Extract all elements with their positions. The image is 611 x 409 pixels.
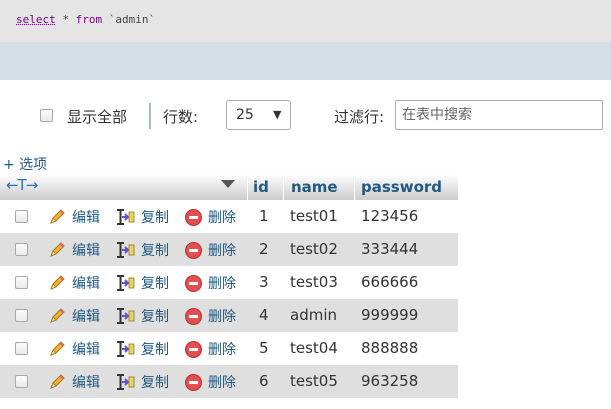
copy-link[interactable]: 复制 [141,339,169,359]
delete-link[interactable]: 删除 [208,372,236,392]
edit-link[interactable]: 编辑 [72,240,100,260]
delete-link[interactable]: 删除 [208,339,236,359]
cell-id: 3 [259,273,269,291]
delete-link[interactable]: 删除 [208,207,236,227]
table-controls: 显示全部 行数: 25 ▼ 过滤行: [0,100,611,132]
results-table: ←T→ id name password 编辑 复制 删除 1 test01 123456… [0,174,458,398]
edit-link[interactable]: 编辑 [72,273,100,293]
delete-link[interactable]: 删除 [208,240,236,260]
rows-label: 行数: [163,108,199,126]
cell-name: test03 [290,273,338,291]
row-select-checkbox[interactable] [15,210,28,223]
row-select-checkbox[interactable] [15,309,28,322]
edit-link[interactable]: 编辑 [72,339,100,359]
cell-password: 999999 [361,306,419,324]
delete-icon[interactable] [185,308,202,325]
copy-icon[interactable] [116,208,136,226]
delete-icon[interactable] [185,275,202,292]
show-all-label[interactable]: 显示全部 [67,106,127,127]
filter-label: 过滤行: [334,108,385,126]
edit-link[interactable]: 编辑 [72,306,100,326]
table-row: 编辑 复制 删除 6 test05 963258 [0,365,458,398]
pencil-icon[interactable] [48,274,66,292]
table-header: ←T→ id name password [0,174,458,200]
row-select-checkbox[interactable] [15,276,28,289]
column-header-id[interactable]: id [253,178,269,196]
copy-icon[interactable] [116,274,136,292]
cell-name: admin [290,306,337,324]
pencil-icon[interactable] [48,307,66,325]
column-divider [283,174,284,200]
copy-icon[interactable] [116,307,136,325]
cell-id: 2 [259,240,269,258]
controls-divider [149,103,151,129]
sql-query-text[interactable]: select * from `admin` [16,13,155,26]
edit-link[interactable]: 编辑 [72,207,100,227]
copy-link[interactable]: 复制 [141,240,169,260]
delete-link[interactable]: 删除 [208,306,236,326]
cell-id: 6 [259,372,269,390]
row-select-checkbox[interactable] [15,375,28,388]
copy-link[interactable]: 复制 [141,306,169,326]
options-link[interactable]: + 选项 [3,154,47,174]
sql-from-keyword: from [75,13,103,26]
table-row: 编辑 复制 删除 1 test01 123456 [0,200,458,233]
dropdown-arrow-icon: ▼ [273,108,282,121]
delete-icon[interactable] [185,242,202,259]
delete-icon[interactable] [185,341,202,358]
cell-password: 333444 [361,240,419,258]
column-header-name[interactable]: name [291,178,338,196]
show-all-checkbox[interactable] [40,109,53,122]
column-divider [247,174,248,200]
cell-password: 888888 [361,339,419,357]
copy-link[interactable]: 复制 [141,273,169,293]
sql-table-name: `admin` [108,13,156,26]
pencil-icon[interactable] [48,340,66,358]
cell-id: 5 [259,339,269,357]
sql-star: * [62,13,69,26]
cell-name: test02 [290,240,338,258]
column-header-password[interactable]: password [361,178,442,196]
copy-icon[interactable] [116,340,136,358]
rows-per-page-select[interactable]: 25 ▼ [226,100,291,130]
cell-password: 666666 [361,273,419,291]
row-select-checkbox[interactable] [15,243,28,256]
table-row: 编辑 复制 删除 4 admin 999999 [0,299,458,332]
column-divider [354,174,355,200]
cell-name: test01 [290,207,338,225]
cell-name: test04 [290,339,338,357]
copy-link[interactable]: 复制 [141,207,169,227]
sql-query-panel: select * from `admin` [0,0,611,80]
sql-toolbar [0,42,611,80]
delete-icon[interactable] [185,374,202,391]
cell-name: test05 [290,372,338,390]
cell-password: 123456 [361,207,419,225]
edit-link[interactable]: 编辑 [72,372,100,392]
cell-id: 4 [259,306,269,324]
column-nav-arrows-icon[interactable]: ←T→ [6,176,38,194]
sql-select-keyword[interactable]: select [16,13,56,26]
copy-icon[interactable] [116,241,136,259]
cell-id: 1 [259,207,269,225]
table-row: 编辑 复制 删除 3 test03 666666 [0,266,458,299]
rows-per-page-value: 25 [236,107,254,123]
table-row: 编辑 复制 删除 5 test04 888888 [0,332,458,365]
delete-icon[interactable] [185,209,202,226]
pencil-icon[interactable] [48,373,66,391]
copy-icon[interactable] [116,373,136,391]
copy-link[interactable]: 复制 [141,372,169,392]
cell-password: 963258 [361,372,419,390]
table-row: 编辑 复制 删除 2 test02 333444 [0,233,458,266]
filter-search-input[interactable] [395,100,603,130]
sort-dropdown-icon[interactable] [221,180,235,188]
pencil-icon[interactable] [48,241,66,259]
delete-link[interactable]: 删除 [208,273,236,293]
row-select-checkbox[interactable] [15,342,28,355]
pencil-icon[interactable] [48,208,66,226]
